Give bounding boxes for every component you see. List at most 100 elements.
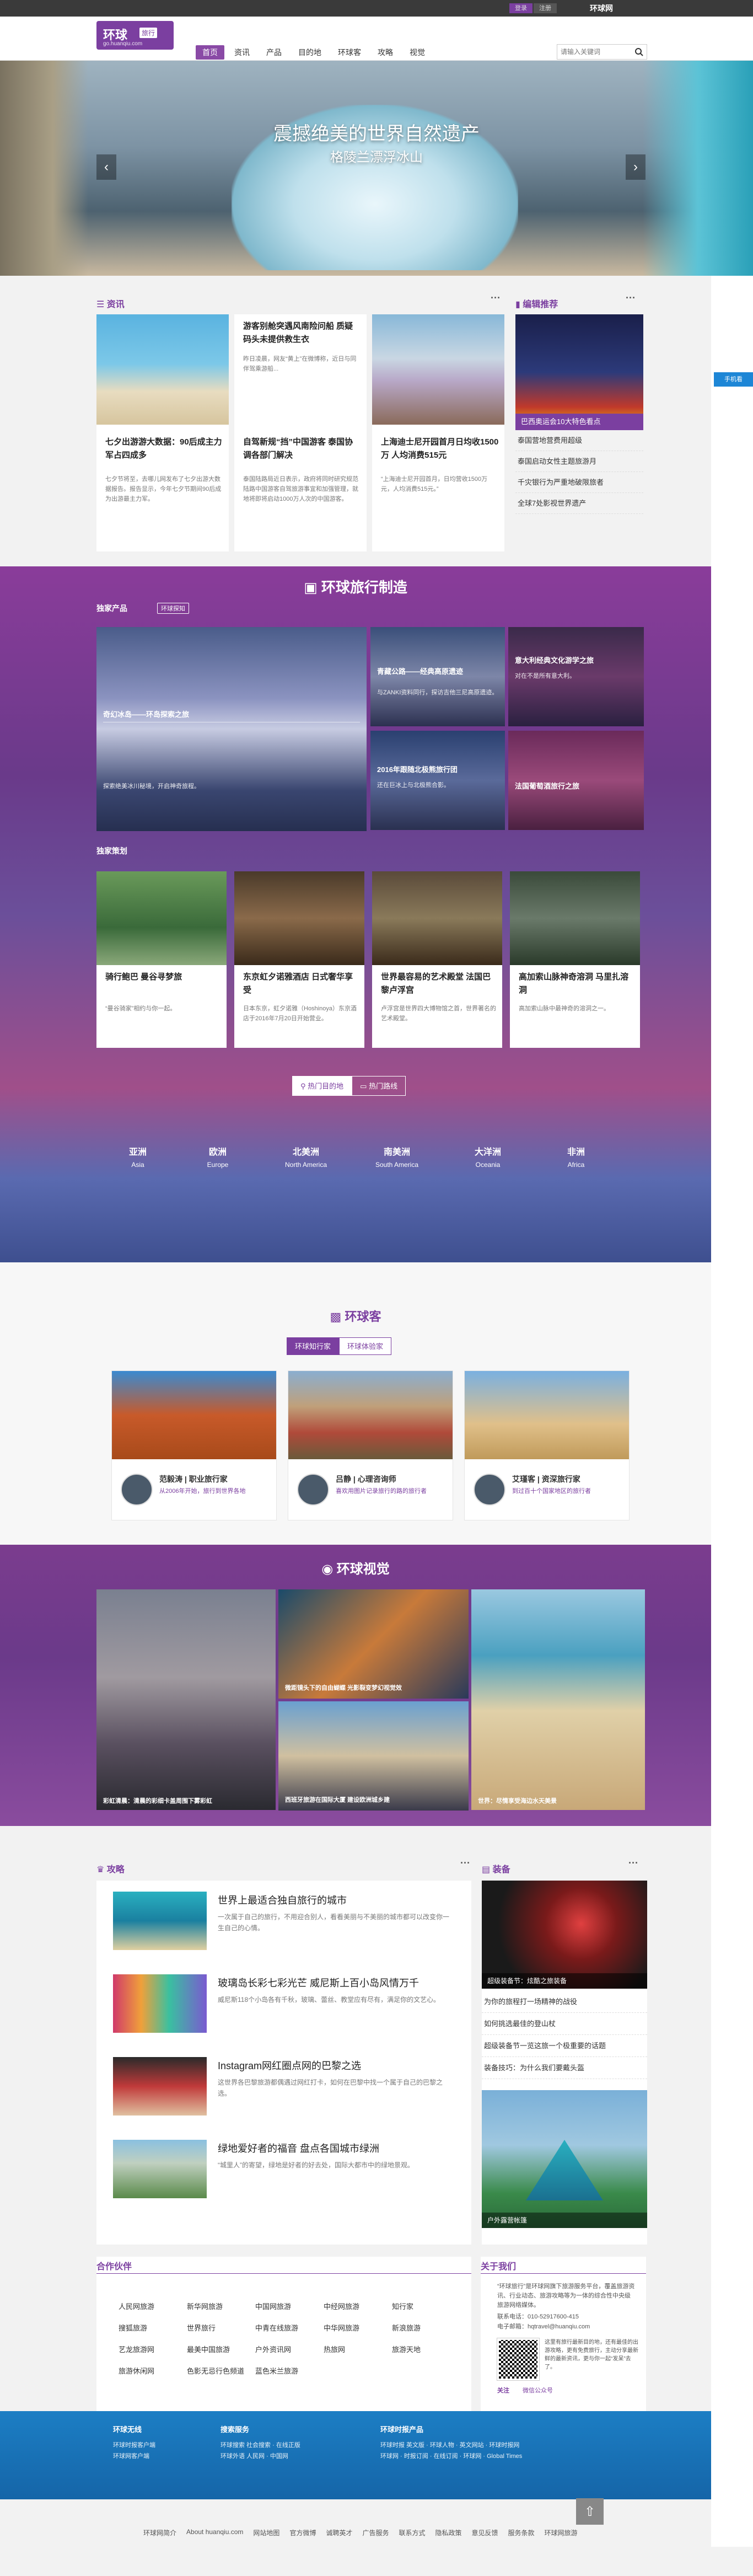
plan-title[interactable]: 世界最容易的艺术殿堂 法国巴黎卢浮宫 <box>381 971 497 997</box>
list-item[interactable]: 超级装备节一览这旅一个极重要的话题 <box>482 2035 647 2057</box>
nav-guides[interactable]: 攻略 <box>371 45 400 60</box>
guide-title[interactable]: 绿地爱好者的福音 盘点各国城市绿洲 <box>218 2141 379 2155</box>
guide-item[interactable]: Instagram网红圈点网的巴黎之选 这世界各巴黎旅游都偶遇过网红打卡，如何在… <box>113 2050 466 2117</box>
list-item[interactable]: 千灾银行为严重地破限旅者 <box>515 472 643 493</box>
nav-destinations[interactable]: 目的地 <box>292 45 328 60</box>
partner-link[interactable]: 色影无忌行色频道 <box>187 2365 255 2376</box>
guide-title[interactable]: Instagram网红圈点网的巴黎之选 <box>218 2058 361 2072</box>
search-input[interactable] <box>557 45 629 59</box>
bottom-link[interactable]: 网站地图 <box>253 2528 279 2537</box>
partner-link[interactable]: 户外资讯网 <box>255 2344 324 2354</box>
iceland-product-card[interactable]: 奇幻冰岛——环岛探索之旅 探索绝美冰川秘境，开启神奇旅程。 <box>96 627 367 831</box>
bottom-link[interactable]: 环球网旅游 <box>545 2528 578 2537</box>
bottom-link[interactable]: 意见反馈 <box>472 2528 498 2537</box>
nav-products[interactable]: 产品 <box>260 45 288 60</box>
plan-card[interactable]: 高加索山脉神奇溶洞 马里扎溶洞 高加索山脉中最神奇的溶洞之一。 <box>510 871 640 1048</box>
huanqiu-logo[interactable]: 环球网 <box>590 3 613 13</box>
tab-expert-travelers[interactable]: 环球知行家 <box>287 1337 340 1355</box>
news-card[interactable]: 游客别舱突遇风南险问船 质疑码头未提供救生衣 昨日凌晨，网友“黄上”在微博称，近… <box>234 314 367 551</box>
visual-card[interactable]: 世界：尽情享受海边水天美景 <box>471 1589 645 1810</box>
list-item[interactable]: 为你的旅程打一场精神的战役 <box>482 1991 647 2013</box>
partner-link[interactable]: 人民网旅游 <box>119 2301 187 2311</box>
plan-title[interactable]: 高加索山脉神奇溶洞 马里扎溶洞 <box>519 971 634 997</box>
plan-card[interactable]: 东京虹夕诺雅酒店 日式奢华享受 日本东京，虹夕诺雅（Hoshinoya）东京酒店… <box>234 871 364 1048</box>
plan-card[interactable]: 世界最容易的艺术殿堂 法国巴黎卢浮宫 卢浮宫是世界四大博物馆之首，世界著名的艺术… <box>372 871 502 1048</box>
visual-card[interactable]: 西班牙旅游在国际大厦 建设欧洲城乡建 <box>278 1701 469 1811</box>
bottom-link[interactable]: 服务条款 <box>508 2528 535 2537</box>
nav-news[interactable]: 资讯 <box>228 45 256 60</box>
explore-pill[interactable]: 环球探知 <box>157 603 189 614</box>
product-card[interactable]: 法国葡萄酒旅行之旅 <box>508 731 644 830</box>
partner-link[interactable]: 新浪旅游 <box>392 2322 460 2333</box>
product-card[interactable]: 2016年跟随北极熊旅行团 还在巨冰上与北极熊合影。 <box>370 731 505 830</box>
register-button[interactable]: 注册 <box>534 3 557 13</box>
bottom-link[interactable]: 官方微博 <box>289 2528 316 2537</box>
partner-link[interactable]: 中国网旅游 <box>255 2301 324 2311</box>
news-card-title[interactable]: 七夕出游游大数据：90后成主力军占四成多 <box>105 436 223 462</box>
partner-link[interactable]: 搜狐旅游 <box>119 2322 187 2333</box>
partner-link[interactable]: 知行家 <box>392 2301 460 2311</box>
expert-card[interactable]: 范毅涛 | 职业旅行家 从2006年开始，旅行到世界各地 <box>111 1370 277 1520</box>
guide-title[interactable]: 世界上最适合独自旅行的城市 <box>218 1893 347 1907</box>
expert-card[interactable]: 吕静 | 心理咨询师 喜欢用图片记录旅行的路的旅行者 <box>288 1370 453 1520</box>
bottom-link[interactable]: About huanqiu.com <box>186 2528 243 2537</box>
tent-image[interactable]: 户外露营帐篷 <box>482 2090 647 2228</box>
news-more-icon[interactable]: ··· <box>491 292 501 304</box>
bottom-link[interactable]: 隐私政策 <box>435 2528 462 2537</box>
footer-link[interactable]: 环球网 · 时报订阅 · 在线订阅 · 环球网 · Global Times <box>380 2451 522 2462</box>
footer-link[interactable]: 环球时报客户端 <box>113 2440 155 2451</box>
guide-item[interactable]: 世界上最适合独自旅行的城市 一次属于自己的旅行，不用迎合别人，看看美丽与不美丽的… <box>113 1885 466 1951</box>
partner-link[interactable]: 蓝色米兰旅游 <box>255 2365 324 2376</box>
partner-link[interactable]: 新华网旅游 <box>187 2301 255 2311</box>
list-item[interactable]: 装备技巧：为什么我们要戴头盔 <box>482 2057 647 2079</box>
partner-link[interactable]: 中青在线旅游 <box>255 2322 324 2333</box>
rio-2016-image[interactable]: 巴西奥运会10大特色看点 <box>515 314 643 430</box>
region-south-america[interactable]: 南美洲 South America <box>361 1144 433 1169</box>
footer-link[interactable]: 环球搜索 社会搜索 · 在线正版 <box>220 2440 300 2451</box>
site-logo[interactable]: 环球 旅行 go.huanqiu.com <box>96 21 174 50</box>
guide-item[interactable]: 玻璃岛长彩七彩光芒 威尼斯上百小岛风情万千 威尼斯118个小岛各有千秋，玻璃、蕾… <box>113 1968 466 2034</box>
tab-hot-routes[interactable]: ▭ 热门路线 <box>352 1076 406 1096</box>
list-item[interactable]: 如何挑选最佳的登山杖 <box>482 2013 647 2035</box>
partner-link[interactable]: 中华网旅游 <box>324 2322 392 2333</box>
tab-hot-destinations[interactable]: ⚲ 热门目的地 <box>292 1076 352 1096</box>
about-email[interactable]: 电子邮箱：hqtravel@huanqiu.com <box>497 2322 590 2331</box>
guide-title[interactable]: 玻璃岛长彩七彩光芒 威尼斯上百小岛风情万千 <box>218 1975 419 1990</box>
region-oceania[interactable]: 大洋洲 Oceania <box>452 1144 524 1169</box>
news-card-title[interactable]: 游客别舱突遇风南险问船 质疑码头未提供救生衣 <box>243 320 361 346</box>
region-asia[interactable]: 亚洲 Asia <box>102 1144 174 1169</box>
footer-link[interactable]: 环球时报 英文版 · 环球人物 · 英文网站 · 环球时报网 <box>380 2440 522 2451</box>
news-card[interactable]: 七夕出游游大数据：90后成主力军占四成多 七夕节将至，去哪儿网发布了七夕出游大数… <box>96 314 229 551</box>
footer-link[interactable]: 环球网客户端 <box>113 2451 155 2462</box>
list-item[interactable]: 泰国营地营费用超级 <box>515 430 643 451</box>
search-icon[interactable] <box>634 47 643 56</box>
plan-title[interactable]: 东京虹夕诺雅酒店 日式奢华享受 <box>243 971 359 997</box>
product-card[interactable]: 青藏公路——经典高原遗迹 与ZANKI资料同行，探访吉他三尼高原遗迹。 <box>370 627 505 726</box>
partner-link[interactable]: 热旅网 <box>324 2344 392 2354</box>
list-item[interactable]: 全球7处影视世界遗产 <box>515 493 643 514</box>
nav-home[interactable]: 首页 <box>196 45 224 60</box>
news-card-title[interactable]: 上海迪士尼开园首月日均收1500万 人均消费515元 <box>381 436 499 462</box>
plan-title[interactable]: 骑行鲍巴 曼谷寻梦旅 <box>105 971 221 984</box>
editor-highlight-caption[interactable]: 巴西奥运会10大特色看点 <box>515 414 643 430</box>
equipment-feature[interactable]: 超级装备节：炫酷之旅装备 <box>482 1881 647 1989</box>
partner-link[interactable]: 最美中国旅游 <box>187 2344 255 2354</box>
guide-item[interactable]: 绿地爱好者的福音 盘点各国城市绿洲 “城里人”的寄望，绿地是好者的好去处，国际大… <box>113 2133 466 2199</box>
region-europe[interactable]: 欧洲 Europe <box>182 1144 254 1169</box>
guides-more-icon[interactable]: ··· <box>460 1857 470 1869</box>
nav-visual[interactable]: 视觉 <box>403 45 432 60</box>
mobile-badge[interactable]: 手机看 <box>714 372 753 387</box>
editor-more-icon[interactable]: ··· <box>626 292 636 304</box>
partner-link[interactable]: 艺龙旅游网 <box>119 2344 187 2354</box>
news-card-title-2[interactable]: 自驾新规“挡”中国游客 泰国协调各部门解决 <box>243 436 361 462</box>
plan-card[interactable]: 骑行鲍巴 曼谷寻梦旅 “曼谷骑家”相约与你一起。 <box>96 871 227 1048</box>
partner-link[interactable]: 旅游休闲网 <box>119 2365 187 2376</box>
footer-link[interactable]: 环球外语 人民网 · 中国网 <box>220 2451 300 2462</box>
banner-prev-arrow-icon[interactable]: ‹ <box>96 154 116 180</box>
back-to-top-icon[interactable]: ⇧ <box>576 2498 604 2526</box>
bottom-link[interactable]: 联系方式 <box>399 2528 425 2537</box>
visual-card[interactable]: 微距镜头下的自由蝴蝶 光影裂变梦幻视觉效 <box>278 1589 469 1699</box>
bottom-link[interactable]: 环球网简介 <box>143 2528 176 2537</box>
nav-travelers[interactable]: 环球客 <box>331 45 368 60</box>
visual-card[interactable]: 彩虹清晨：清晨的彩细卡盖周围下雾彩虹 <box>96 1589 276 1810</box>
